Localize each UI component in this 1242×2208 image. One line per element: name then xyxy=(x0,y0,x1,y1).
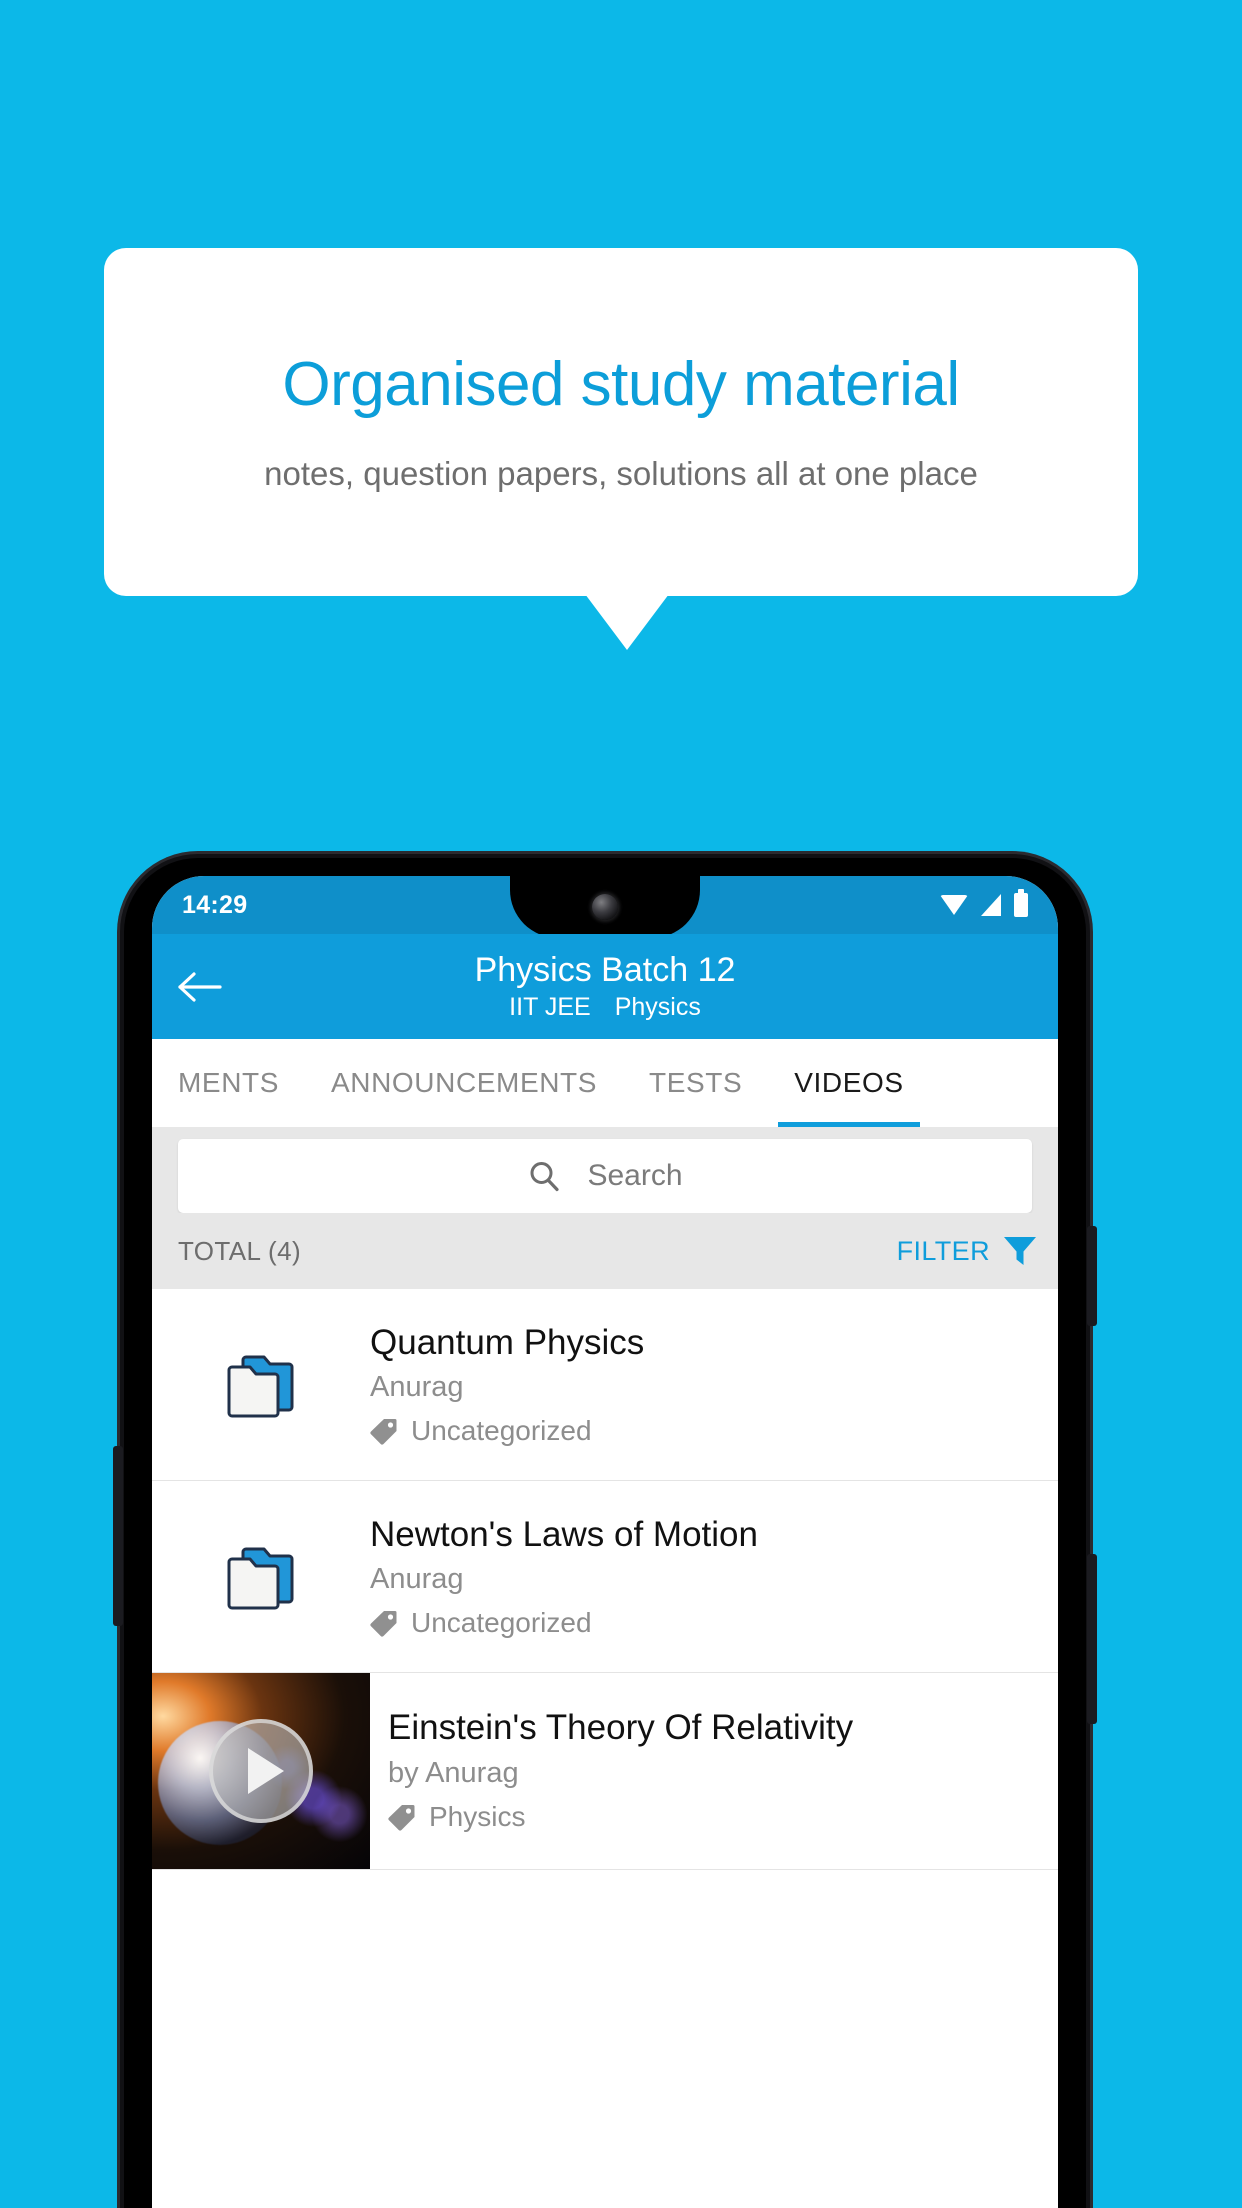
list-item-author: Anurag xyxy=(370,1563,464,1595)
page-title: Physics Batch 12 xyxy=(474,951,736,990)
list-item-author: Anurag xyxy=(370,1371,464,1403)
list-item-tag: Uncategorized xyxy=(370,1415,1038,1447)
tab-assignments[interactable]: MENTS xyxy=(178,1039,279,1127)
search-section: Search xyxy=(152,1127,1058,1213)
list-item-tag-text: Uncategorized xyxy=(411,1415,592,1446)
list-item-title: Quantum Physics xyxy=(370,1323,645,1362)
list-item-icon xyxy=(152,1541,370,1613)
subtitle-exam: IIT JEE xyxy=(509,992,591,1021)
list-item-text: Einstein's Theory Of Relativity by Anura… xyxy=(370,1673,1058,1869)
promo-subtitle: notes, question papers, solutions all at… xyxy=(264,455,978,493)
phone-volume-button xyxy=(1087,1554,1097,1724)
app-bar: Physics Batch 12 IIT JEE Physics xyxy=(152,934,1058,1039)
list-item-text: Newton's Laws of Motion Anurag Uncategor… xyxy=(370,1514,1058,1639)
promo-bubble-tail xyxy=(585,594,669,650)
filter-label: FILTER xyxy=(896,1235,990,1266)
tag-icon xyxy=(370,1611,397,1637)
list-item-tag-text: Physics xyxy=(429,1801,526,1832)
promo-card: Organised study material notes, question… xyxy=(104,248,1138,596)
front-camera-icon xyxy=(592,894,618,920)
subtitle-subject: Physics xyxy=(614,992,701,1021)
list-item-tag: Physics xyxy=(388,1801,1038,1833)
page-subtitle: IIT JEE Physics xyxy=(152,993,1058,1022)
search-placeholder: Search xyxy=(587,1159,683,1192)
tab-videos[interactable]: VIDEOS xyxy=(778,1039,921,1127)
list-item-icon xyxy=(152,1349,370,1421)
content-list: Quantum Physics Anurag Uncategorized New… xyxy=(152,1289,1058,1870)
signal-icon xyxy=(981,894,1001,916)
app-bar-titles: Physics Batch 12 IIT JEE Physics xyxy=(152,951,1058,1021)
filter-funnel-icon xyxy=(1004,1237,1036,1265)
total-count-label: TOTAL (4) xyxy=(178,1235,302,1266)
list-item-author: by Anurag xyxy=(388,1757,519,1789)
phone-device-frame: 14:29 Physics Batch 12 IIT JEE Physics M… xyxy=(113,854,1097,2208)
status-bar: 14:29 xyxy=(152,876,1058,938)
list-item-title: Newton's Laws of Motion xyxy=(370,1515,758,1554)
tab-tests[interactable]: TESTS xyxy=(649,1039,742,1127)
promo-title: Organised study material xyxy=(282,349,960,419)
status-icon-group xyxy=(940,889,1028,917)
status-time: 14:29 xyxy=(182,890,248,919)
list-item-tag: Uncategorized xyxy=(370,1607,1038,1639)
folder-icon xyxy=(227,1355,294,1417)
tab-bar: MENTS ANNOUNCEMENTS TESTS VIDEOS xyxy=(152,1039,1058,1127)
folder-icon xyxy=(227,1547,294,1609)
back-arrow-icon xyxy=(178,971,222,1002)
total-filter-bar: TOTAL (4) FILTER xyxy=(152,1213,1058,1289)
search-icon xyxy=(530,1162,560,1192)
play-icon[interactable] xyxy=(209,1719,313,1823)
video-thumbnail[interactable] xyxy=(152,1673,370,1869)
list-item[interactable]: Quantum Physics Anurag Uncategorized xyxy=(152,1289,1058,1481)
play-triangle xyxy=(247,1748,284,1794)
list-item[interactable]: Einstein's Theory Of Relativity by Anura… xyxy=(152,1673,1058,1870)
filter-button[interactable]: FILTER xyxy=(897,1234,1038,1268)
list-item[interactable]: Newton's Laws of Motion Anurag Uncategor… xyxy=(152,1481,1058,1673)
tag-icon xyxy=(388,1805,415,1831)
phone-power-button xyxy=(1087,1226,1097,1326)
list-item-title: Einstein's Theory Of Relativity xyxy=(388,1708,854,1747)
battery-icon xyxy=(1014,889,1028,917)
phone-screen: 14:29 Physics Batch 12 IIT JEE Physics M… xyxy=(152,876,1058,2208)
back-button[interactable] xyxy=(170,957,230,1017)
tag-icon xyxy=(370,1419,397,1445)
list-item-tag-text: Uncategorized xyxy=(411,1607,592,1638)
list-item-text: Quantum Physics Anurag Uncategorized xyxy=(370,1322,1058,1447)
phone-notch xyxy=(510,876,700,938)
search-input[interactable]: Search xyxy=(178,1139,1032,1213)
phone-side-button-left xyxy=(113,1446,123,1626)
tab-announcements[interactable]: ANNOUNCEMENTS xyxy=(331,1039,597,1127)
wifi-icon xyxy=(940,895,968,915)
